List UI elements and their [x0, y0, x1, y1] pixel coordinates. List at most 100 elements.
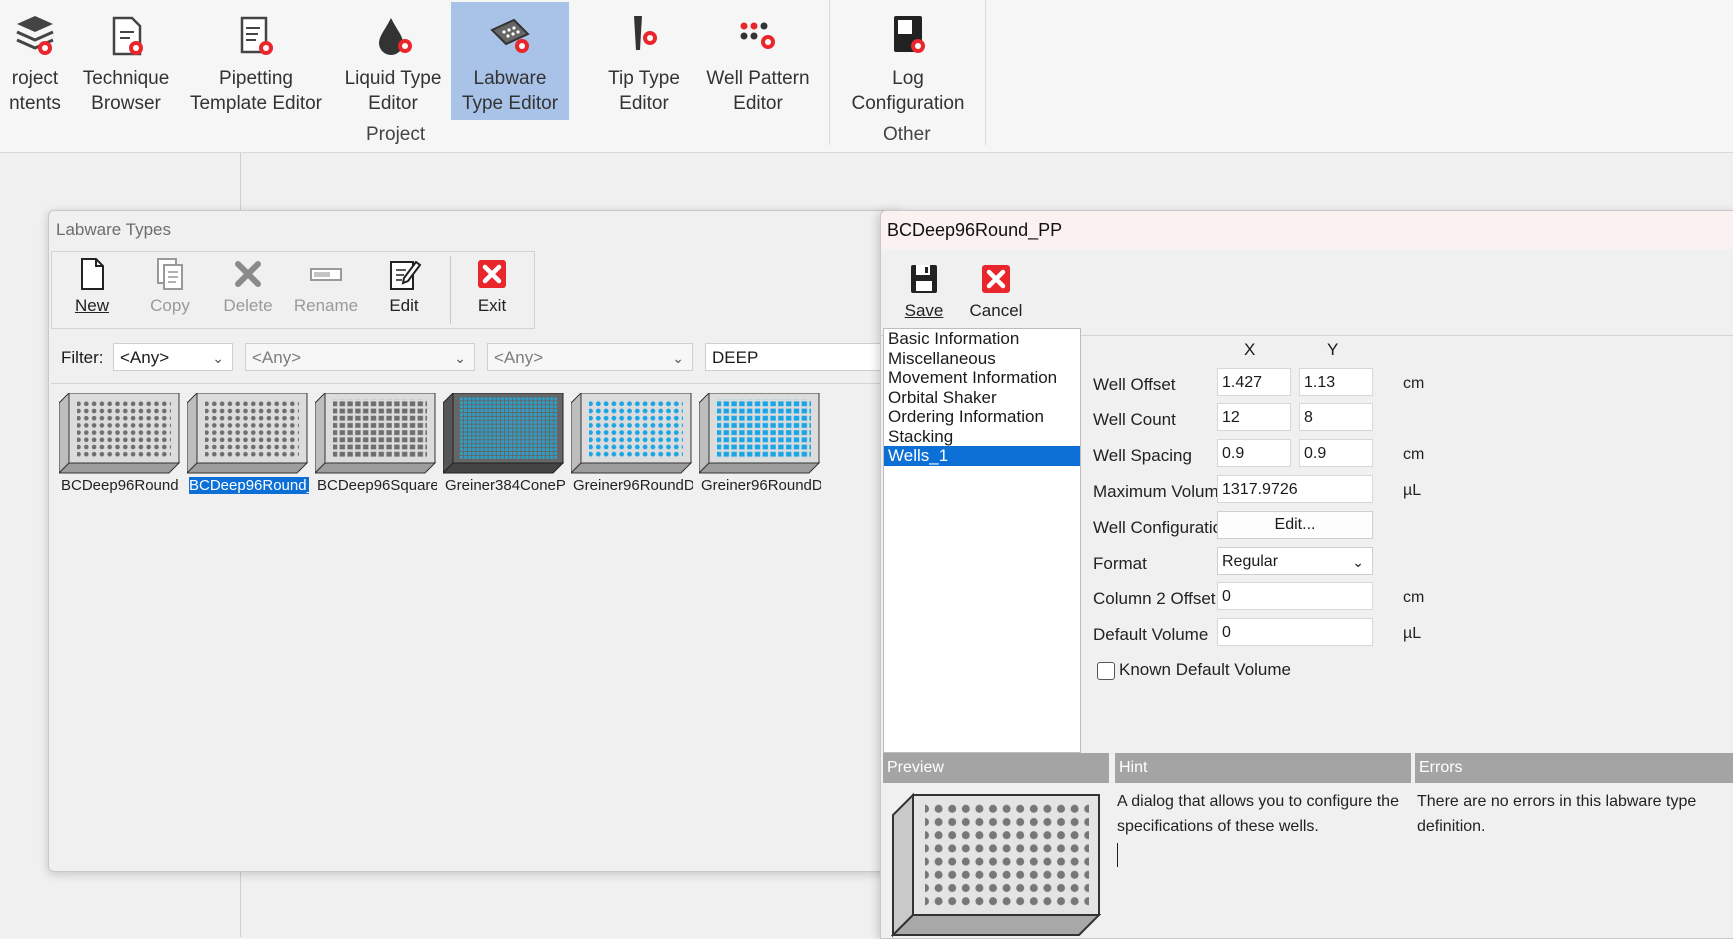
labware-plate-384-icon	[443, 393, 565, 474]
log-configuration-icon	[894, 16, 925, 53]
labware-item[interactable]: BCDeep96Round	[57, 391, 183, 494]
save-label: Save	[904, 301, 944, 320]
filter-combo-2[interactable]: <Any> ⌄	[245, 343, 475, 371]
chevron-down-icon: ⌄	[672, 350, 684, 366]
delete-button[interactable]: Delete	[213, 256, 283, 322]
ribbon-labware-type-editor-label: Labware Type Editor	[461, 68, 559, 114]
ribbon-project-contents-button[interactable]: roject ntents	[0, 2, 70, 120]
tree-item-movement-information[interactable]: Movement Information	[884, 368, 1080, 388]
well-offset-y-input[interactable]: 1.13	[1299, 368, 1373, 396]
chevron-down-icon: ⌄	[212, 350, 224, 366]
chevron-down-icon: ⌄	[454, 350, 466, 366]
ribbon-separator	[985, 0, 986, 145]
format-select[interactable]: Regular ⌄	[1217, 547, 1373, 575]
ribbon-tip-type-editor-label: Tip Type Editor	[608, 68, 680, 114]
tree-item-wells[interactable]: Wells_1	[884, 446, 1080, 466]
well-spacing-label: Well Spacing	[1093, 446, 1192, 465]
ribbon-liquid-type-editor-label: Liquid Type Editor	[344, 68, 442, 114]
ribbon-labware-type-editor-button[interactable]: Labware Type Editor	[451, 2, 569, 120]
labware-item[interactable]: Greiner96RoundDee	[697, 391, 823, 494]
well-offset-x-input[interactable]: 1.427	[1217, 368, 1291, 396]
ribbon-group-other-label: Other	[883, 124, 931, 145]
ribbon-well-pattern-editor-label: Well Pattern Editor	[706, 68, 810, 114]
default-volume-unit: µL	[1403, 625, 1422, 642]
labware-item-name: Greiner384ConePP	[445, 477, 565, 494]
cancel-red-x-icon	[982, 265, 1010, 293]
copy-icon	[157, 258, 183, 290]
labware-item-name: Greiner96RoundDee	[573, 477, 693, 494]
new-button[interactable]: New	[57, 256, 127, 322]
tree-item-basic-information[interactable]: Basic Information	[884, 329, 1080, 349]
filter-combo-3-value: <Any>	[494, 348, 544, 367]
filter-combo-1[interactable]: <Any> ⌄	[113, 343, 233, 371]
labware-item-name: Greiner96RoundDee	[701, 477, 821, 494]
preview-header: Preview	[883, 753, 1109, 783]
editor-toolbar: Save Cancel	[881, 251, 1733, 336]
default-volume-input[interactable]: 0	[1217, 618, 1373, 646]
known-default-volume-checkbox[interactable]	[1097, 662, 1115, 680]
save-button[interactable]: Save	[889, 261, 959, 327]
labware-item[interactable]: Greiner384ConePP	[441, 391, 567, 494]
ribbon-log-configuration-label: Log Configuration	[851, 68, 965, 114]
max-volume-unit: µL	[1403, 482, 1422, 499]
ribbon-separator	[829, 0, 830, 145]
ribbon-well-pattern-editor-button[interactable]: Well Pattern Editor	[702, 2, 814, 120]
well-spacing-y-input[interactable]: 0.9	[1299, 439, 1373, 467]
exit-button[interactable]: Exit	[457, 256, 527, 322]
exit-label: Exit	[477, 296, 507, 315]
filter-combo-2-value: <Any>	[252, 348, 302, 367]
cancel-label: Cancel	[969, 301, 1023, 320]
toolbar-separator	[450, 256, 451, 324]
ribbon-tip-type-editor-button[interactable]: Tip Type Editor	[594, 2, 694, 120]
edit-label: Edit	[389, 296, 419, 315]
max-volume-label: Maximum Volume	[1093, 482, 1229, 501]
edit-button[interactable]: Edit	[369, 256, 439, 322]
well-offset-unit: cm	[1403, 375, 1425, 392]
max-volume-input[interactable]: 1317.9726	[1217, 475, 1373, 503]
ribbon-technique-browser-button[interactable]: Technique Browser	[76, 2, 176, 120]
labware-item[interactable]: BCDeep96Round_P	[185, 391, 311, 494]
labware-preview-image	[890, 792, 1102, 938]
well-count-y-input[interactable]: 8	[1299, 403, 1373, 431]
errors-header: Errors	[1415, 753, 1733, 783]
labware-item[interactable]: Greiner96RoundDee	[569, 391, 695, 494]
filter-combo-3[interactable]: <Any> ⌄	[487, 343, 693, 371]
ribbon-technique-browser-label: Technique Browser	[82, 68, 170, 114]
ribbon-log-configuration-button[interactable]: Log Configuration	[842, 2, 974, 120]
labware-types-window: Labware Types New Copy Delete Rename Edi…	[48, 210, 902, 872]
well-configuration-edit-button[interactable]: Edit...	[1217, 511, 1373, 539]
cancel-button[interactable]: Cancel	[961, 261, 1031, 327]
filter-text-value: DEEP	[712, 348, 759, 367]
known-default-volume-label: Known Default Volume	[1119, 660, 1291, 679]
edit-pencil-icon	[390, 260, 422, 290]
tree-item-ordering-information[interactable]: Ordering Information	[884, 407, 1080, 427]
text-caret	[1117, 843, 1118, 867]
ribbon-pipetting-template-editor-button[interactable]: Pipetting Template Editor	[186, 2, 326, 120]
ribbon-pipetting-template-editor-label: Pipetting Template Editor	[189, 68, 322, 114]
tree-item-orbital-shaker[interactable]: Orbital Shaker	[884, 388, 1080, 408]
tree-item-stacking[interactable]: Stacking	[884, 427, 1080, 447]
column-2-offset-input[interactable]: 0	[1217, 582, 1373, 610]
column-header-y: Y	[1327, 340, 1339, 359]
rename-button[interactable]: Rename	[291, 256, 361, 322]
copy-button[interactable]: Copy	[135, 256, 205, 322]
well-offset-label: Well Offset	[1093, 375, 1176, 394]
filter-label: Filter:	[61, 348, 104, 367]
labware-types-toolbar: New Copy Delete Rename Edit Exit	[51, 251, 535, 329]
well-spacing-x-input[interactable]: 0.9	[1217, 439, 1291, 467]
ribbon-project-contents-label: roject ntents	[9, 68, 61, 114]
ribbon: roject ntents Technique Browser Pipettin…	[0, 0, 1733, 153]
rename-label: Rename	[293, 296, 359, 315]
new-document-icon	[81, 258, 104, 290]
hint-header: Hint	[1115, 753, 1411, 783]
labware-plate-blue-square-icon	[699, 393, 821, 474]
well-count-x-input[interactable]: 12	[1217, 403, 1291, 431]
tree-item-miscellaneous[interactable]: Miscellaneous	[884, 349, 1080, 369]
default-volume-label: Default Volume	[1093, 625, 1209, 644]
ribbon-liquid-type-editor-button[interactable]: Liquid Type Editor	[338, 2, 448, 120]
labware-item-name: BCDeep96Round_P	[189, 477, 309, 494]
technique-browser-icon	[112, 16, 143, 56]
filter-text-input[interactable]: DEEP	[705, 343, 901, 371]
labware-item[interactable]: BCDeep96Square	[313, 391, 439, 494]
labware-item-name: BCDeep96Round	[61, 477, 179, 494]
